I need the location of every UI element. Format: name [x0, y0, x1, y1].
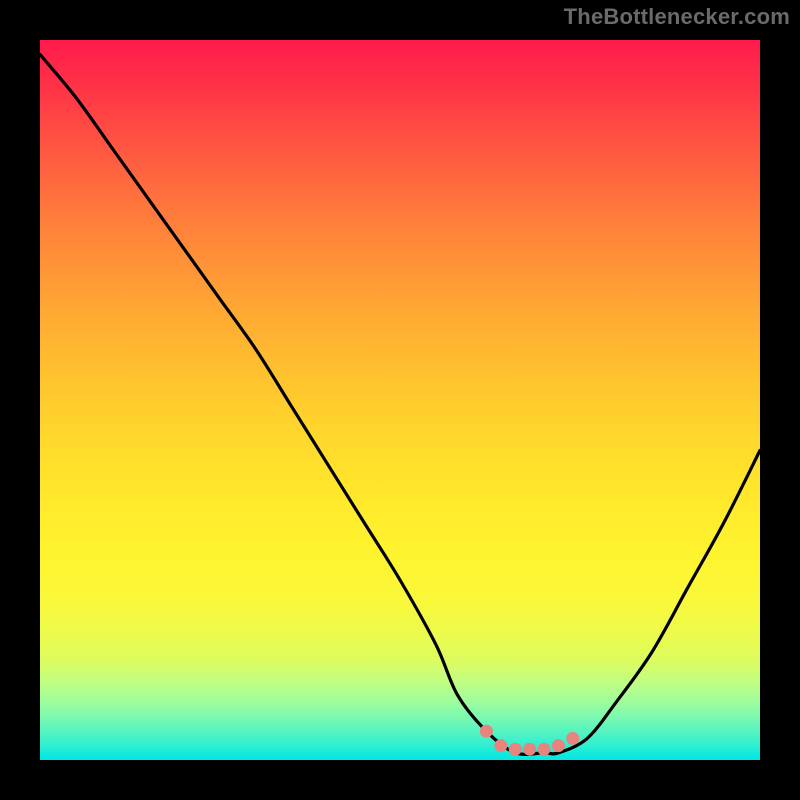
- flat-region-dot: [480, 725, 493, 738]
- curve-svg: [40, 40, 760, 760]
- plot-area: [40, 40, 760, 760]
- flat-region-dot: [566, 732, 579, 745]
- flat-region-dot: [523, 743, 536, 756]
- flat-region-dot: [509, 743, 522, 756]
- bottleneck-curve: [40, 54, 760, 754]
- flat-region-dot: [538, 743, 551, 756]
- flat-region-dot: [494, 739, 507, 752]
- chart-frame: TheBottlenecker.com: [0, 0, 800, 800]
- flat-region-dot: [552, 739, 565, 752]
- attribution-label: TheBottlenecker.com: [564, 4, 790, 30]
